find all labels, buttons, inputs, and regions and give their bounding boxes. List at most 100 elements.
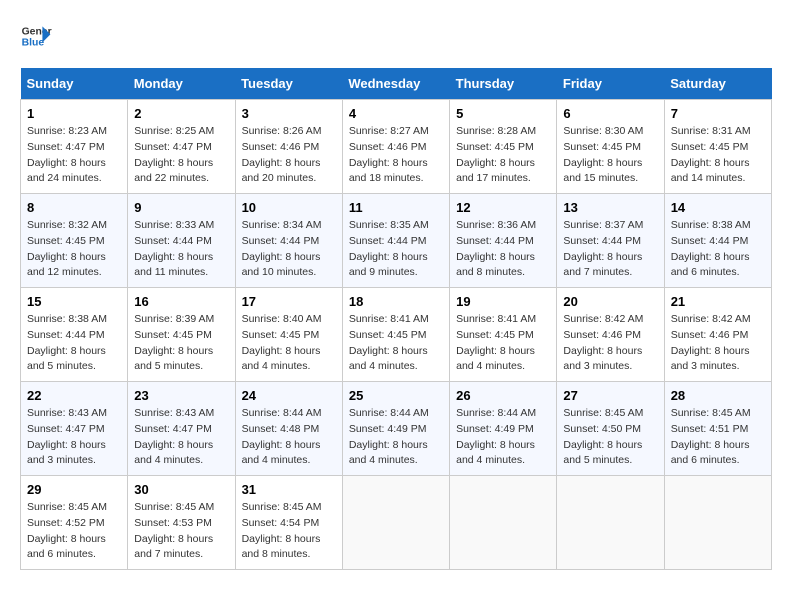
day-number: 24 [242,388,336,403]
day-number: 7 [671,106,765,121]
calendar-cell: 26 Sunrise: 8:44 AMSunset: 4:49 PMDayligh… [450,382,557,476]
calendar-cell: 22 Sunrise: 8:43 AMSunset: 4:47 PMDayligh… [21,382,128,476]
day-info: Sunrise: 8:44 AMSunset: 4:49 PMDaylight:… [456,406,550,469]
day-number: 4 [349,106,443,121]
day-info: Sunrise: 8:23 AMSunset: 4:47 PMDaylight:… [27,124,121,187]
day-number: 26 [456,388,550,403]
day-number: 25 [349,388,443,403]
calendar-cell: 17 Sunrise: 8:40 AMSunset: 4:45 PMDayligh… [235,288,342,382]
calendar-cell: 18 Sunrise: 8:41 AMSunset: 4:45 PMDayligh… [342,288,449,382]
week-row-1: 1 Sunrise: 8:23 AMSunset: 4:47 PMDaylight… [21,100,772,194]
logo: General Blue [20,20,52,52]
day-number: 2 [134,106,228,121]
calendar-cell: 1 Sunrise: 8:23 AMSunset: 4:47 PMDaylight… [21,100,128,194]
day-info: Sunrise: 8:43 AMSunset: 4:47 PMDaylight:… [27,406,121,469]
logo-icon: General Blue [20,20,52,52]
day-info: Sunrise: 8:45 AMSunset: 4:54 PMDaylight:… [242,500,336,563]
calendar-cell [342,476,449,570]
calendar-cell: 8 Sunrise: 8:32 AMSunset: 4:45 PMDaylight… [21,194,128,288]
calendar-table: SundayMondayTuesdayWednesdayThursdayFrid… [20,68,772,570]
week-row-2: 8 Sunrise: 8:32 AMSunset: 4:45 PMDaylight… [21,194,772,288]
calendar-cell: 19Sunrise: 8:41 AMSunset: 4:45 PMDayligh… [450,288,557,382]
day-info: Sunrise: 8:39 AMSunset: 4:45 PMDaylight:… [134,312,228,375]
col-header-thursday: Thursday [450,68,557,100]
week-row-4: 22 Sunrise: 8:43 AMSunset: 4:47 PMDayligh… [21,382,772,476]
calendar-cell: 20 Sunrise: 8:42 AMSunset: 4:46 PMDayligh… [557,288,664,382]
col-header-friday: Friday [557,68,664,100]
day-number: 12 [456,200,550,215]
day-number: 21 [671,294,765,309]
svg-text:Blue: Blue [22,38,45,49]
calendar-cell: 25 Sunrise: 8:44 AMSunset: 4:49 PMDayligh… [342,382,449,476]
calendar-cell: 27Sunrise: 8:45 AMSunset: 4:50 PMDayligh… [557,382,664,476]
day-info: Sunrise: 8:43 AMSunset: 4:47 PMDaylight:… [134,406,228,469]
day-number: 29 [27,482,121,497]
day-number: 14 [671,200,765,215]
day-info: Sunrise: 8:36 AMSunset: 4:44 PMDaylight:… [456,218,550,281]
calendar-cell [664,476,771,570]
calendar-cell: 21 Sunrise: 8:42 AMSunset: 4:46 PMDayligh… [664,288,771,382]
day-number: 30 [134,482,228,497]
day-info: Sunrise: 8:38 AMSunset: 4:44 PMDaylight:… [671,218,765,281]
day-number: 11 [349,200,443,215]
day-info: Sunrise: 8:40 AMSunset: 4:45 PMDaylight:… [242,312,336,375]
calendar-cell: 12 Sunrise: 8:36 AMSunset: 4:44 PMDayligh… [450,194,557,288]
day-info: Sunrise: 8:45 AMSunset: 4:51 PMDaylight:… [671,406,765,469]
day-info: Sunrise: 8:32 AMSunset: 4:45 PMDaylight:… [27,218,121,281]
day-info: Sunrise: 8:26 AMSunset: 4:46 PMDaylight:… [242,124,336,187]
day-info: Sunrise: 8:28 AMSunset: 4:45 PMDaylight:… [456,124,550,187]
calendar-cell: 15 Sunrise: 8:38 AMSunset: 4:44 PMDayligh… [21,288,128,382]
calendar-cell: 30Sunrise: 8:45 AMSunset: 4:53 PMDayligh… [128,476,235,570]
day-number: 15 [27,294,121,309]
day-info: Sunrise: 8:41 AMSunset: 4:45 PMDaylight:… [456,312,550,375]
calendar-cell: 7Sunrise: 8:31 AMSunset: 4:45 PMDaylight… [664,100,771,194]
day-number: 3 [242,106,336,121]
calendar-cell: 3 Sunrise: 8:26 AMSunset: 4:46 PMDaylight… [235,100,342,194]
day-info: Sunrise: 8:27 AMSunset: 4:46 PMDaylight:… [349,124,443,187]
week-row-5: 29 Sunrise: 8:45 AMSunset: 4:52 PMDayligh… [21,476,772,570]
day-number: 20 [563,294,657,309]
calendar-cell: 29 Sunrise: 8:45 AMSunset: 4:52 PMDayligh… [21,476,128,570]
day-number: 23 [134,388,228,403]
day-info: Sunrise: 8:38 AMSunset: 4:44 PMDaylight:… [27,312,121,375]
day-info: Sunrise: 8:34 AMSunset: 4:44 PMDaylight:… [242,218,336,281]
day-info: Sunrise: 8:41 AMSunset: 4:45 PMDaylight:… [349,312,443,375]
calendar-cell: 6Sunrise: 8:30 AMSunset: 4:45 PMDaylight… [557,100,664,194]
day-number: 18 [349,294,443,309]
calendar-cell: 9 Sunrise: 8:33 AMSunset: 4:44 PMDaylight… [128,194,235,288]
calendar-cell: 31 Sunrise: 8:45 AMSunset: 4:54 PMDayligh… [235,476,342,570]
header: General Blue [20,20,772,52]
calendar-cell: 4 Sunrise: 8:27 AMSunset: 4:46 PMDaylight… [342,100,449,194]
col-header-sunday: Sunday [21,68,128,100]
day-info: Sunrise: 8:33 AMSunset: 4:44 PMDaylight:… [134,218,228,281]
day-number: 17 [242,294,336,309]
day-info: Sunrise: 8:44 AMSunset: 4:49 PMDaylight:… [349,406,443,469]
day-number: 6 [563,106,657,121]
day-info: Sunrise: 8:42 AMSunset: 4:46 PMDaylight:… [671,312,765,375]
calendar-cell: 5 Sunrise: 8:28 AMSunset: 4:45 PMDaylight… [450,100,557,194]
day-info: Sunrise: 8:44 AMSunset: 4:48 PMDaylight:… [242,406,336,469]
day-info: Sunrise: 8:37 AMSunset: 4:44 PMDaylight:… [563,218,657,281]
calendar-cell [557,476,664,570]
day-number: 13 [563,200,657,215]
calendar-cell [450,476,557,570]
week-row-3: 15 Sunrise: 8:38 AMSunset: 4:44 PMDayligh… [21,288,772,382]
day-info: Sunrise: 8:45 AMSunset: 4:50 PMDaylight:… [563,406,657,469]
day-info: Sunrise: 8:42 AMSunset: 4:46 PMDaylight:… [563,312,657,375]
day-info: Sunrise: 8:45 AMSunset: 4:52 PMDaylight:… [27,500,121,563]
col-header-monday: Monday [128,68,235,100]
calendar-cell: 10Sunrise: 8:34 AMSunset: 4:44 PMDayligh… [235,194,342,288]
day-number: 8 [27,200,121,215]
day-info: Sunrise: 8:25 AMSunset: 4:47 PMDaylight:… [134,124,228,187]
col-header-saturday: Saturday [664,68,771,100]
calendar-cell: 16Sunrise: 8:39 AMSunset: 4:45 PMDayligh… [128,288,235,382]
day-number: 5 [456,106,550,121]
day-number: 1 [27,106,121,121]
day-number: 31 [242,482,336,497]
day-number: 9 [134,200,228,215]
col-header-wednesday: Wednesday [342,68,449,100]
day-number: 22 [27,388,121,403]
calendar-cell: 2 Sunrise: 8:25 AMSunset: 4:47 PMDaylight… [128,100,235,194]
calendar-cell: 11Sunrise: 8:35 AMSunset: 4:44 PMDayligh… [342,194,449,288]
day-number: 28 [671,388,765,403]
